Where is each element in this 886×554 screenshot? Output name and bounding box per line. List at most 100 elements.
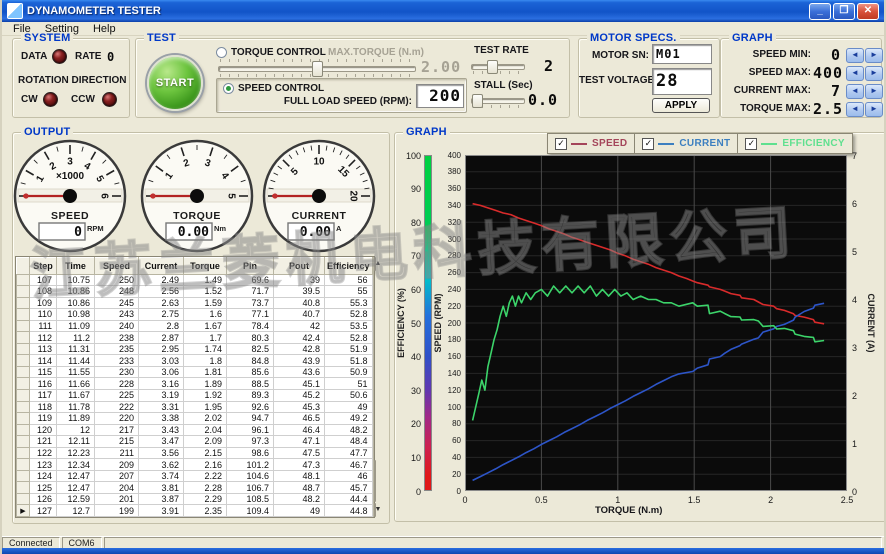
table-row[interactable]: 12612.592013.872.29108.548.244.4: [17, 493, 373, 505]
max-torque-slider-thumb[interactable]: [312, 61, 323, 77]
graph-setting-value: 7: [813, 82, 841, 100]
table-cell: 114: [30, 355, 57, 367]
table-header-row: StepTimeSpeedCurrentTorquePinPoutEfficie…: [17, 258, 373, 275]
legend-checkbox-current[interactable]: ✓: [642, 138, 654, 150]
table-cell: 46.7: [325, 459, 373, 471]
spinner-left-arrow[interactable]: ◄: [846, 102, 864, 117]
table-row[interactable]: 11511.552303.061.8185.643.650.9: [17, 366, 373, 378]
table-cell: 11.31: [57, 343, 95, 355]
spinner-right-arrow[interactable]: ►: [865, 84, 883, 99]
test-rate-value: 2: [544, 57, 554, 75]
test-rate-slider[interactable]: [471, 58, 525, 74]
legend-checkbox-efficiency[interactable]: ✓: [745, 138, 757, 150]
spinner-right-arrow[interactable]: ►: [865, 66, 883, 81]
table-scrollbar[interactable]: ▲ ▼: [373, 257, 374, 517]
torque-control-radio[interactable]: [216, 47, 227, 58]
table-row[interactable]: 11010.982432.751.677.140.752.8: [17, 309, 373, 321]
graph-group: GRAPH ✓SPEED✓CURRENT✓EFFICIENCY EFFICIEN…: [394, 132, 886, 522]
motor-sn-field[interactable]: M01: [652, 44, 712, 64]
full-load-speed-display[interactable]: 200: [416, 84, 464, 108]
spinner-right-arrow[interactable]: ►: [865, 48, 883, 63]
svg-text:10: 10: [313, 157, 325, 168]
column-header-pout[interactable]: Pout: [274, 258, 325, 275]
table-cell: 125: [30, 482, 57, 494]
minimize-button[interactable]: _: [809, 3, 831, 20]
table-cell: 12.34: [57, 459, 95, 471]
column-header-step[interactable]: Step: [30, 258, 57, 275]
column-header-efficiency[interactable]: Efficiency: [325, 258, 373, 275]
table-row[interactable]: ▶12712.71993.912.35109.44944.8: [17, 505, 373, 517]
restore-button[interactable]: ❐: [833, 3, 855, 20]
graph-setting-spinner: ◄►: [845, 84, 883, 99]
test-rate-slider-thumb[interactable]: [487, 60, 498, 74]
table-cell: 44.8: [325, 505, 373, 517]
table-row[interactable]: 11611.662283.161.8988.545.151: [17, 378, 373, 390]
apply-button[interactable]: APPLY: [652, 98, 710, 113]
table-cell: 82.5: [227, 343, 274, 355]
table-cell: 3.43: [139, 424, 184, 436]
table-row[interactable]: 11211.22382.871.780.342.452.8: [17, 332, 373, 344]
graph-setting-label: SPEED MIN:: [721, 49, 811, 60]
speed-control-radio[interactable]: [223, 83, 234, 94]
table-row[interactable]: 12312.342093.622.16101.247.346.7: [17, 459, 373, 471]
table-row[interactable]: 11311.312352.951.7482.542.851.9: [17, 343, 373, 355]
table-row[interactable]: 10810.862482.561.5271.739.555: [17, 286, 373, 298]
table-row[interactable]: 10710.752502.491.4969.63956: [17, 274, 373, 286]
table-row[interactable]: 11411.442333.031.884.843.951.8: [17, 355, 373, 367]
stall-slider[interactable]: [471, 92, 525, 108]
table-cell: 211: [95, 447, 139, 459]
svg-text:5: 5: [226, 193, 237, 199]
spinner-left-arrow[interactable]: ◄: [846, 48, 864, 63]
scroll-down-arrow[interactable]: ▼: [374, 503, 376, 517]
table-row[interactable]: 12212.232113.562.1598.647.547.7: [17, 447, 373, 459]
table-row[interactable]: 11111.092402.81.6778.44253.5: [17, 320, 373, 332]
table-cell: 80.3: [227, 332, 274, 344]
table-cell: 11.66: [57, 378, 95, 390]
svg-text:Nm: Nm: [214, 224, 226, 233]
table-row[interactable]: 10910.862452.631.5973.740.855.3: [17, 297, 373, 309]
table-row[interactable]: 120122173.432.0496.146.448.2: [17, 424, 373, 436]
spinner-left-arrow[interactable]: ◄: [846, 66, 864, 81]
column-header-torque[interactable]: Torque: [184, 258, 227, 275]
motor-specs-group-label: MOTOR SPECS.: [587, 32, 680, 44]
column-header-time[interactable]: Time: [57, 258, 95, 275]
axis-tick-label: 380: [441, 167, 461, 176]
graph-setting-label: SPEED MAX:: [721, 67, 811, 78]
legend-label: CURRENT: [679, 138, 730, 149]
table-row[interactable]: 12412.472073.742.22104.648.146: [17, 470, 373, 482]
table-cell: 47.5: [274, 447, 325, 459]
svg-text:TORQUE: TORQUE: [173, 210, 221, 222]
scroll-up-arrow[interactable]: ▲: [374, 257, 376, 271]
rate-value: 0: [107, 50, 115, 64]
table-cell: 122: [30, 447, 57, 459]
column-header-speed[interactable]: Speed: [95, 258, 139, 275]
scrollbar-thumb[interactable]: [374, 460, 376, 502]
table-row[interactable]: 11711.672253.191.9289.345.250.6: [17, 389, 373, 401]
table-cell: 204: [95, 482, 139, 494]
table-row[interactable]: 12512.472043.812.28106.748.745.7: [17, 482, 373, 494]
table-row[interactable]: 12112.112153.472.0997.347.148.4: [17, 436, 373, 448]
legend-checkbox-speed[interactable]: ✓: [555, 138, 567, 150]
table-row[interactable]: 11811.782223.311.9592.645.349: [17, 401, 373, 413]
table-cell: 230: [95, 366, 139, 378]
table-cell: 108.5: [227, 493, 274, 505]
spinner-right-arrow[interactable]: ►: [865, 102, 883, 117]
table-cell: 46.4: [274, 424, 325, 436]
row-selector: [17, 366, 30, 378]
table-row[interactable]: 11911.892203.382.0294.746.549.2: [17, 413, 373, 425]
column-header-pin[interactable]: Pin: [227, 258, 274, 275]
results-table[interactable]: StepTimeSpeedCurrentTorquePinPoutEfficie…: [16, 257, 373, 517]
table-cell: 2.28: [184, 482, 227, 494]
table-cell: 2.49: [139, 274, 184, 286]
column-header-current[interactable]: Current: [139, 258, 184, 275]
stall-slider-thumb[interactable]: [472, 94, 483, 108]
menu-help[interactable]: Help: [86, 23, 123, 35]
table-cell: 46: [325, 470, 373, 482]
spinner-left-arrow[interactable]: ◄: [846, 84, 864, 99]
test-voltage-field[interactable]: 28: [652, 68, 712, 95]
axis-tick-label: 10: [403, 453, 421, 463]
x-axis-title: TORQUE (N.m): [595, 505, 662, 516]
max-torque-slider[interactable]: [218, 59, 416, 77]
close-button[interactable]: ✕: [857, 3, 879, 20]
start-button[interactable]: START: [147, 55, 203, 111]
